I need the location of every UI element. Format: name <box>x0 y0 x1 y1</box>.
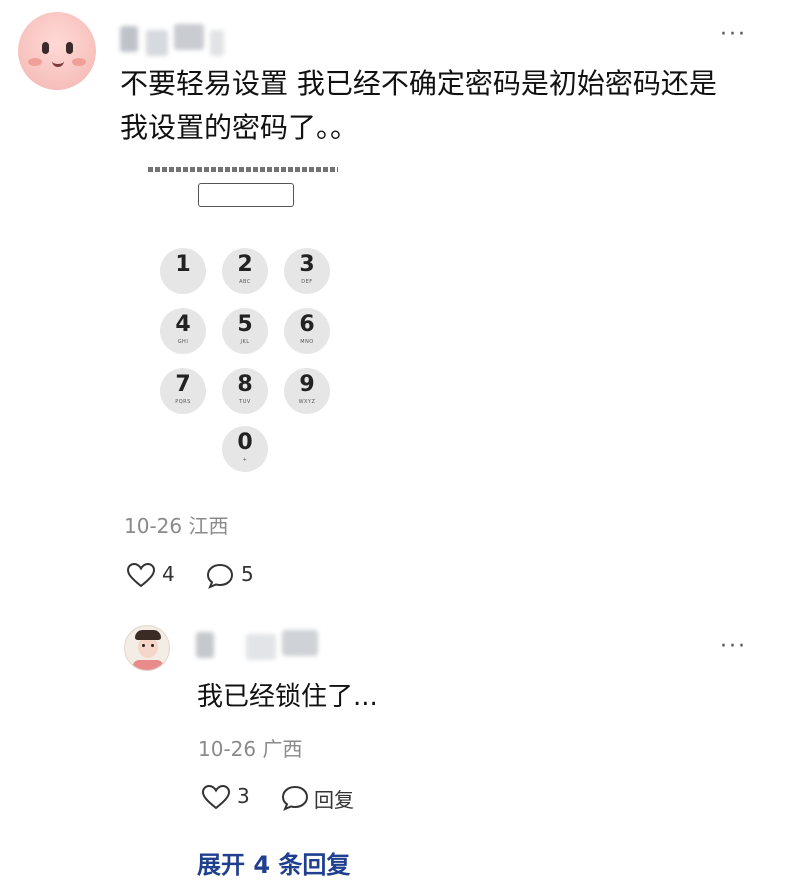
comment-bubble-icon <box>206 563 234 589</box>
avatar-blush <box>72 58 86 66</box>
keypad-key-digit: 9 <box>299 372 315 397</box>
keypad-key-digit: 2 <box>237 252 253 277</box>
avatar-hair <box>135 630 161 640</box>
keypad-key-letters: GHI <box>177 339 189 345</box>
keypad-key-digit: 7 <box>175 372 191 397</box>
heart-icon <box>126 562 156 588</box>
keypad-key-letters: ABC <box>239 279 251 285</box>
avatar-blush <box>28 58 42 66</box>
keypad-key-digit: 4 <box>175 312 191 337</box>
keypad-key-2[interactable]: 2 ABC <box>222 248 268 294</box>
more-options-icon[interactable]: ··· <box>720 22 747 47</box>
keypad-key-8[interactable]: 8 TUV <box>222 368 268 414</box>
replier-name-blurred[interactable] <box>196 630 326 660</box>
comment-text-line2: 我设置的密码了。。 <box>120 111 359 144</box>
comment-text: 不要轻易设置 我已经不确定密码是初始密码还是 我设置的密码了。。 <box>120 62 770 150</box>
keypad-key-letters: DEF <box>301 279 313 285</box>
expand-replies-link[interactable]: 展开 4 条回复 <box>197 845 350 880</box>
avatar-mouth <box>52 56 64 67</box>
keypad-key-6[interactable]: 6 MNO <box>284 308 330 354</box>
keypad-key-3[interactable]: 3 DEF <box>284 248 330 294</box>
reply-button-label: 回复 <box>314 788 354 812</box>
keypad-key-letters: PQRS <box>175 399 191 405</box>
avatar-eye <box>142 644 145 647</box>
keypad-key-0[interactable]: 0 + <box>222 426 268 472</box>
keypad-key-7[interactable]: 7 PQRS <box>160 368 206 414</box>
pin-prompt-text <box>148 164 338 172</box>
avatar-eye <box>66 42 73 54</box>
comment-location: 江西 <box>188 514 229 538</box>
keypad-key-4[interactable]: 4 GHI <box>160 308 206 354</box>
reply-button[interactable]: 回复 <box>280 782 380 812</box>
comment-text-line1: 不要轻易设置 我已经不确定密码是初始密码还是 <box>120 67 717 100</box>
keypad-key-digit: 1 <box>175 252 191 277</box>
keypad-key-5[interactable]: 5 JKL <box>222 308 268 354</box>
keypad-key-digit: 5 <box>237 312 253 337</box>
avatar-eye <box>151 644 154 647</box>
reply-count-button[interactable]: 5 <box>205 560 265 590</box>
avatar-eye <box>42 42 49 54</box>
like-count: 4 <box>162 562 175 586</box>
commenter-name-blurred[interactable] <box>120 24 230 56</box>
keypad-key-9[interactable]: 9 WXYZ <box>284 368 330 414</box>
reply-like-button[interactable]: 3 <box>201 782 261 812</box>
comment-meta: 10-26 江西 <box>124 510 228 539</box>
keypad-key-digit: 6 <box>299 312 315 337</box>
keypad-key-letters: MNO <box>300 339 314 345</box>
heart-icon <box>201 784 231 810</box>
keypad-key-1[interactable]: 1 <box>160 248 206 294</box>
replier-avatar[interactable] <box>124 625 170 671</box>
pin-input-field[interactable] <box>198 183 294 207</box>
reply-text: 我已经锁住了... <box>197 682 378 712</box>
reply-location: 广西 <box>262 737 303 761</box>
comment-bubble-icon <box>281 785 309 811</box>
reply-like-count: 3 <box>237 784 250 808</box>
keypad-key-digit: 0 <box>237 430 253 455</box>
reply-count: 5 <box>241 562 254 586</box>
comment-date: 10-26 <box>124 514 183 538</box>
keypad-key-letters: + <box>242 457 248 463</box>
like-button[interactable]: 4 <box>126 560 186 590</box>
reply-meta: 10-26 广西 <box>198 733 302 762</box>
reply-date: 10-26 <box>198 737 257 761</box>
commenter-avatar[interactable] <box>18 12 96 90</box>
keypad-key-digit: 8 <box>237 372 253 397</box>
avatar-shirt <box>133 660 163 670</box>
keypad-key-letters: WXYZ <box>298 399 316 405</box>
reply-more-options-icon[interactable]: ··· <box>720 634 747 659</box>
keypad-key-letters: TUV <box>239 399 251 405</box>
keypad-key-digit: 3 <box>299 252 315 277</box>
keypad-key-letters: JKL <box>240 339 250 345</box>
